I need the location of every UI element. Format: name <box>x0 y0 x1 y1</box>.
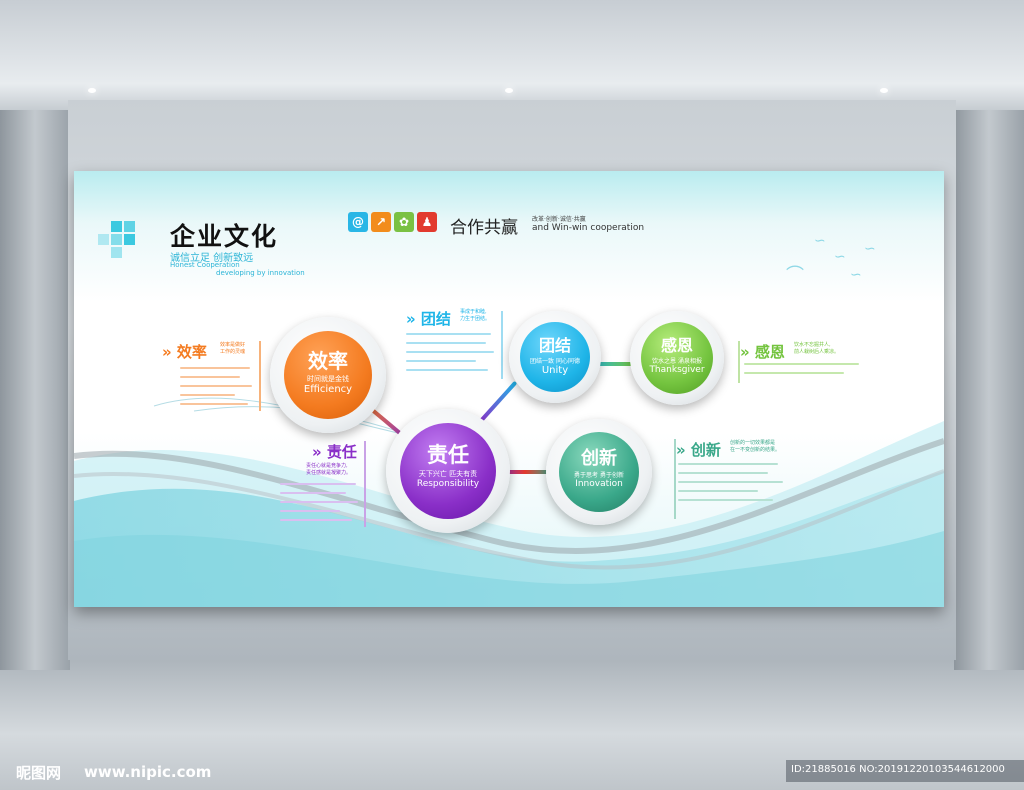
innovation-disc: 创新 勇于思考 勇于创新 Innovation <box>559 432 639 512</box>
title-subtitle-en: Honest Cooperation <box>170 261 240 269</box>
logo-square <box>111 221 122 232</box>
divider <box>674 439 676 519</box>
unity-title: 团结 <box>538 336 571 355</box>
responsibility-circle: 责任 天下兴亡 匹夫有责 Responsibility <box>386 409 510 533</box>
recycle-icon: ✿ <box>394 212 414 232</box>
divider <box>738 341 740 383</box>
page-title: 企业文化 <box>170 222 279 251</box>
bird-icon: ∽ <box>834 249 846 265</box>
responsibility-english: Responsibility <box>416 479 480 489</box>
logo-square <box>124 234 135 245</box>
innovation-text <box>678 463 788 508</box>
unity-subtitle: 团结一致 同心同德 <box>530 358 580 365</box>
unity-disc: 团结 团结一致 同心同德 Unity <box>520 322 590 392</box>
responsibility-note: 责任心就是竞争力, 责任感就是凝聚力。 <box>306 463 352 476</box>
at-icon: @ <box>348 212 368 232</box>
slogan-english: and Win-win cooperation <box>532 223 645 233</box>
gratitude-circle: 感恩 饮水之恩 涌泉相报 Thanksgiver <box>630 311 724 405</box>
efficiency-text <box>180 367 256 412</box>
responsibility-title: 责任 <box>427 443 469 467</box>
responsibility-text <box>280 483 360 528</box>
bird-icon: ∽ <box>850 267 862 283</box>
title-subtitle-en2: developing by innovation <box>216 269 305 277</box>
unity-english: Unity <box>541 365 569 376</box>
unity-heading: » 团结 <box>406 310 451 328</box>
gratitude-subtitle: 饮水之恩 涌泉相报 <box>652 358 702 365</box>
innovation-circle: 创新 勇于思考 勇于创新 Innovation <box>546 419 652 525</box>
gratitude-text <box>744 363 864 381</box>
right-pillar <box>954 110 1024 670</box>
gratitude-english: Thanksgiver <box>649 365 705 375</box>
responsibility-subtitle: 天下兴亡 匹夫有责 <box>418 470 478 478</box>
efficiency-note: 效率是做好 工作的灵魂 <box>220 342 246 355</box>
gratitude-title: 感恩 <box>660 336 693 355</box>
slogan-title: 合作共赢 <box>450 218 518 238</box>
efficiency-english: Efficiency <box>303 384 353 395</box>
responsibility-disc: 责任 天下兴亡 匹夫有责 Responsibility <box>400 423 496 519</box>
bird-icon: ∽ <box>864 241 876 257</box>
bird-icon: ∽ <box>814 233 826 249</box>
ceiling-light <box>505 88 513 93</box>
logo-square <box>98 234 109 245</box>
gratitude-disc: 感恩 饮水之恩 涌泉相报 Thanksgiver <box>641 322 713 394</box>
gratitude-heading: » 感恩 <box>740 343 785 361</box>
person-icon: ♟ <box>417 212 437 232</box>
innovation-english: Innovation <box>575 479 623 489</box>
unity-text <box>406 333 496 378</box>
gratitude-note: 饮水不忘掘井人, 前人栽树后人乘凉。 <box>794 342 840 355</box>
innovation-title: 创新 <box>581 448 617 469</box>
chart-icon: ↗ <box>371 212 391 232</box>
ceiling-light <box>88 88 96 93</box>
divider <box>364 441 366 527</box>
logo-square <box>111 234 122 245</box>
logo-square <box>111 247 122 258</box>
divider <box>501 311 503 379</box>
unity-circle: 团结 团结一致 同心同德 Unity <box>509 311 601 403</box>
innovation-subtitle: 勇于思考 勇于创新 <box>574 472 624 479</box>
efficiency-subtitle: 时间就是金钱 <box>307 375 349 383</box>
divider <box>259 341 261 411</box>
culture-board: 企业文化 诚信立足 创新致远 Honest Cooperation develo… <box>74 171 944 607</box>
innovation-note: 创新的一切效果都是 在一不变创新的结果。 <box>730 440 781 453</box>
watermark-url: www.nipic.com <box>84 763 212 781</box>
efficiency-disc: 效率 时间就是金钱 Efficiency <box>284 331 372 419</box>
ceiling-light <box>880 88 888 93</box>
bird-icon: ⌒ <box>786 265 804 286</box>
unity-note: 事成于和睦, 力生于团结。 <box>460 309 491 322</box>
left-pillar <box>0 110 70 670</box>
responsibility-heading: » 责任 <box>312 443 357 461</box>
efficiency-heading: » 效率 <box>162 343 207 361</box>
slogan-keywords: 改革·创新·诚信·共赢 <box>532 216 586 223</box>
efficiency-title: 效率 <box>308 349 348 373</box>
logo-square <box>124 221 135 232</box>
innovation-heading: » 创新 <box>676 441 721 459</box>
watermark-logo: 昵图网 <box>16 764 62 782</box>
efficiency-circle: 效率 时间就是金钱 Efficiency <box>270 317 386 433</box>
image-id-text: ID:21885016 NO:20191220103544612000 <box>791 764 1005 775</box>
